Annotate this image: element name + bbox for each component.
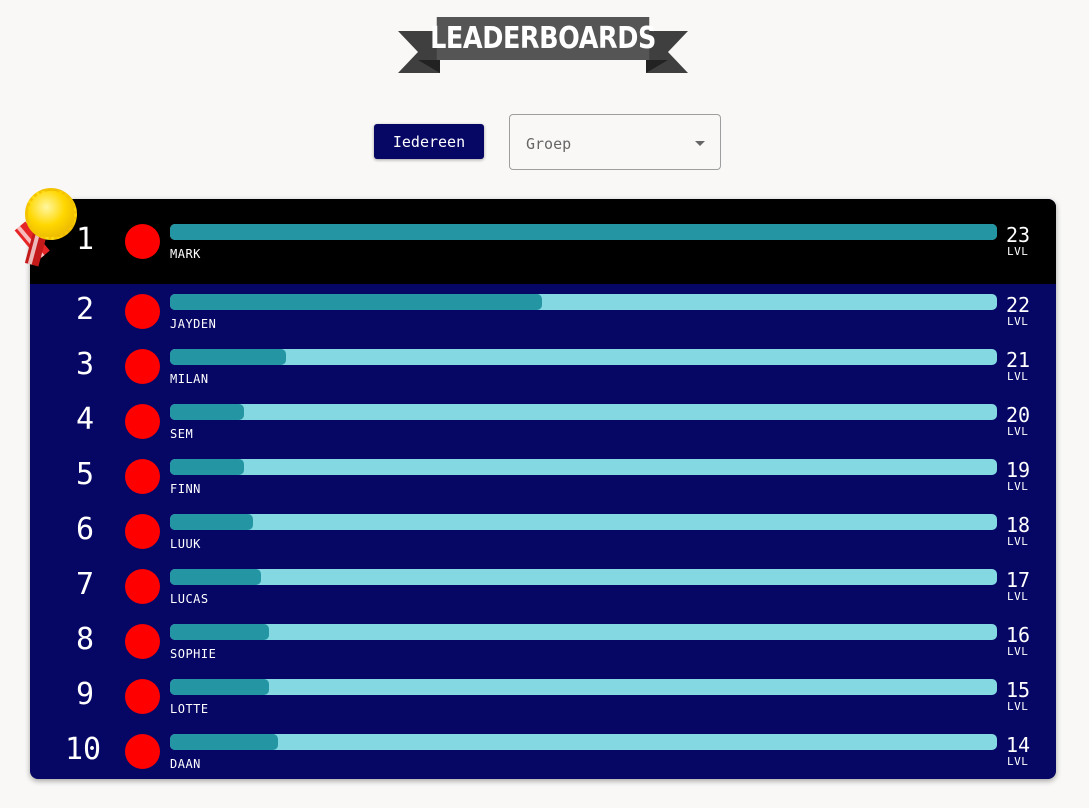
level-progress-fill (170, 404, 245, 420)
level-progress-fill (170, 294, 543, 310)
group-select-placeholder: Groep (526, 135, 572, 153)
level-label: LVL (1007, 535, 1029, 548)
level-progress-fill (170, 349, 286, 365)
level-label: LVL (1007, 370, 1029, 383)
leaderboard-row: 10 DAAN 14 LVL (30, 724, 1056, 779)
level-label: LVL (1007, 425, 1029, 438)
player-avatar[interactable] (125, 404, 160, 439)
level-label: LVL (1007, 645, 1029, 658)
leaderboard-row: 3 MILAN 21 LVL (30, 339, 1056, 394)
player-level: 18 (1006, 513, 1031, 537)
player-avatar[interactable] (125, 224, 160, 259)
gold-medal-icon (5, 186, 80, 271)
level-label: LVL (1007, 700, 1029, 713)
player-level: 23 (1006, 223, 1031, 247)
medal-coin (25, 188, 77, 240)
leaderboard: 1 MARK 23 LVL 2 JAYDEN 22 LVL 3 MILAN 21 LVL 4 SEM 20 L… (30, 199, 1056, 779)
player-level: 14 (1006, 733, 1031, 757)
player-avatar[interactable] (125, 679, 160, 714)
level-progress-fill (170, 224, 997, 240)
level-progress-bar (170, 349, 997, 365)
level-label: LVL (1007, 480, 1029, 493)
level-progress-fill (170, 679, 270, 695)
level-progress-bar (170, 624, 997, 640)
level-progress-bar (170, 514, 997, 530)
leaderboard-row: 6 LUUK 18 LVL (30, 504, 1056, 559)
level-progress-bar (170, 294, 997, 310)
player-avatar[interactable] (125, 294, 160, 329)
leaderboard-row: 7 LUCAS 17 LVL (30, 559, 1056, 614)
rank-number: 9 (75, 677, 95, 712)
player-level: 16 (1006, 623, 1031, 647)
rank-number: 4 (75, 402, 95, 437)
level-progress-bar (170, 404, 997, 420)
level-label: LVL (1007, 245, 1029, 258)
rank-number: 7 (75, 567, 95, 602)
level-progress-fill (170, 514, 253, 530)
rank-number: 8 (75, 622, 95, 657)
player-level: 21 (1006, 348, 1031, 372)
player-avatar[interactable] (125, 459, 160, 494)
player-avatar[interactable] (125, 569, 160, 604)
player-name: MILAN (170, 372, 209, 386)
leaderboard-row: 1 MARK 23 LVL (30, 199, 1056, 284)
player-name: MARK (170, 247, 201, 261)
level-progress-bar (170, 459, 997, 475)
banner-fold-left (418, 60, 440, 73)
banner-fold-right (646, 60, 668, 73)
group-select[interactable]: Groep (509, 114, 721, 170)
level-progress-fill (170, 459, 245, 475)
player-level: 19 (1006, 458, 1031, 482)
player-avatar[interactable] (125, 349, 160, 384)
rank-number: 5 (75, 457, 95, 492)
rank-number: 6 (75, 512, 95, 547)
level-label: LVL (1007, 590, 1029, 603)
leaderboard-row: 4 SEM 20 LVL (30, 394, 1056, 449)
leaderboard-row: 9 LOTTE 15 LVL (30, 669, 1056, 724)
level-label: LVL (1007, 755, 1029, 768)
player-name: LUCAS (170, 592, 209, 606)
player-name: SOPHIE (170, 647, 217, 661)
rank-number: 2 (75, 292, 95, 327)
level-progress-bar (170, 569, 997, 585)
everyone-button[interactable]: Iedereen (374, 124, 484, 159)
player-avatar[interactable] (125, 624, 160, 659)
player-level: 15 (1006, 678, 1031, 702)
leaderboard-row: 2 JAYDEN 22 LVL (30, 284, 1056, 339)
level-progress-fill (170, 624, 270, 640)
player-name: LUUK (170, 537, 201, 551)
player-avatar[interactable] (125, 514, 160, 549)
level-label: LVL (1007, 315, 1029, 328)
title-banner: LEADERBOARDS (398, 17, 688, 73)
player-name: DAAN (170, 757, 201, 771)
player-level: 17 (1006, 568, 1031, 592)
player-name: SEM (170, 427, 194, 441)
rank-number: 10 (64, 732, 102, 767)
level-progress-bar (170, 224, 997, 240)
chevron-down-icon (695, 141, 705, 146)
page-title: LEADERBOARDS (430, 17, 656, 60)
leaderboard-row: 8 SOPHIE 16 LVL (30, 614, 1056, 669)
level-progress-bar (170, 679, 997, 695)
leaderboard-row: 5 FINN 19 LVL (30, 449, 1056, 504)
level-progress-fill (170, 734, 278, 750)
level-progress-fill (170, 569, 261, 585)
level-progress-bar (170, 734, 997, 750)
player-level: 20 (1006, 403, 1031, 427)
player-name: FINN (170, 482, 201, 496)
player-name: JAYDEN (170, 317, 217, 331)
player-name: LOTTE (170, 702, 209, 716)
rank-number: 3 (75, 347, 95, 382)
player-avatar[interactable] (125, 734, 160, 769)
player-level: 22 (1006, 293, 1031, 317)
